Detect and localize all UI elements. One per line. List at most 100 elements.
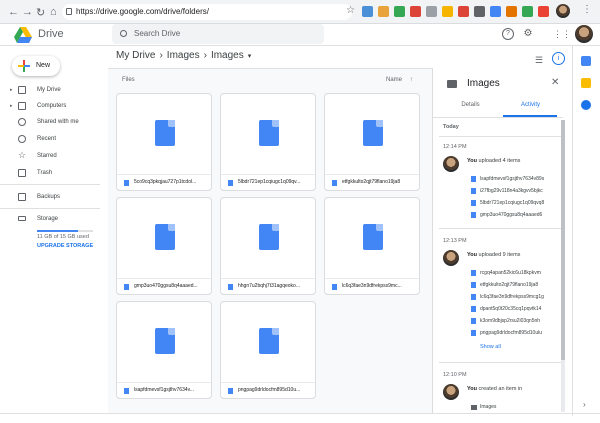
- calendar-icon[interactable]: [581, 56, 591, 66]
- extension-icon[interactable]: [474, 6, 485, 17]
- document-icon: [259, 328, 279, 354]
- sidebar-item-trash[interactable]: Trash: [0, 166, 100, 180]
- activity-file[interactable]: gmp3uo470ggsu8q4aaaed6: [471, 212, 559, 218]
- doc-type-icon: [471, 318, 476, 324]
- extension-icon[interactable]: [538, 6, 549, 17]
- backup-icon: [18, 193, 26, 201]
- chevron-right-icon[interactable]: ›: [583, 400, 586, 409]
- drive-icon: [18, 86, 26, 94]
- sidebar-item-computers[interactable]: ▸ Computers: [0, 99, 100, 113]
- help-icon[interactable]: ?: [502, 28, 514, 40]
- breadcrumb-separator: ›: [159, 50, 163, 61]
- tasks-icon[interactable]: [581, 100, 591, 110]
- document-icon: [155, 120, 175, 146]
- extension-icon[interactable]: [442, 6, 453, 17]
- sidebar-item-label: Shared with me: [37, 119, 79, 125]
- extension-icon[interactable]: [506, 6, 517, 17]
- doc-type-icon: [471, 200, 476, 206]
- file-card[interactable]: 5lbdr721ep1cqiugc1q09qv...: [220, 93, 316, 191]
- address-bar[interactable]: https://drive.google.com/drive/folders/: [62, 4, 352, 20]
- file-card[interactable]: gmp3uo470ggsu8q4aaaed...: [116, 197, 212, 295]
- panel-scrollbar[interactable]: [561, 120, 565, 412]
- close-icon[interactable]: ✕: [551, 77, 559, 88]
- files-section-label: Files: [122, 77, 135, 83]
- list-view-icon[interactable]: ☰: [533, 54, 545, 66]
- file-name: hhgn7u2bqhj7t31agqeoko...: [238, 283, 301, 289]
- sort-arrow-icon[interactable]: ↑: [410, 77, 413, 83]
- file-card[interactable]: 5co9cq3pkqjau727p1tcdol...: [116, 93, 212, 191]
- extension-icon[interactable]: [426, 6, 437, 17]
- gear-icon[interactable]: ⚙: [522, 28, 534, 40]
- document-icon: [259, 224, 279, 250]
- file-card[interactable]: lsapfdmevsf1gsjthv7634v...: [116, 301, 212, 399]
- sidebar-item-storage[interactable]: Storage: [0, 212, 100, 226]
- file-card[interactable]: lc6q3fae3n9dfrekpss9mc...: [324, 197, 420, 295]
- doc-type-icon: [471, 176, 476, 182]
- apps-grid-icon[interactable]: ⋮⋮: [553, 28, 571, 40]
- document-icon: [259, 120, 279, 146]
- activity-file[interactable]: rcgq4apan52kic6u18kpkvm: [471, 270, 559, 276]
- extension-icon[interactable]: [410, 6, 421, 17]
- search-input[interactable]: Search Drive: [112, 24, 324, 44]
- sidebar-item-backups[interactable]: Backups: [0, 190, 100, 204]
- forward-icon[interactable]: →: [22, 6, 33, 18]
- extension-icon[interactable]: [378, 6, 389, 17]
- home-icon[interactable]: ⌂: [50, 6, 57, 18]
- file-card[interactable]: hhgn7u2bqhj7t31agqeoko...: [220, 197, 316, 295]
- breadcrumb: My Drive › Images › Images ▾: [116, 50, 255, 61]
- tab-activity[interactable]: Activity: [497, 102, 564, 108]
- activity-file[interactable]: lsapfdmevsf1gsjthv7634v89s: [471, 176, 559, 182]
- scrollbar-thumb[interactable]: [561, 120, 565, 360]
- menu-icon[interactable]: ⋮: [582, 4, 592, 15]
- sort-by-name[interactable]: Name ↑: [386, 77, 413, 83]
- activity-file[interactable]: etfgkkulto2qjt79flano19ja8: [471, 282, 559, 288]
- extension-icon[interactable]: [522, 6, 533, 17]
- document-icon: [363, 224, 383, 250]
- expand-arrow-icon[interactable]: ▸: [10, 99, 13, 113]
- document-icon: [155, 224, 175, 250]
- extension-icon[interactable]: [394, 6, 405, 17]
- chevron-down-icon[interactable]: ▾: [248, 52, 252, 60]
- breadcrumb-current[interactable]: Images: [211, 50, 244, 61]
- activity-folder[interactable]: Images: [471, 404, 559, 410]
- sidebar-item-starred[interactable]: ☆ Starred: [0, 149, 100, 163]
- drive-logo-icon[interactable]: [14, 27, 32, 43]
- sidebar-item-label: Trash: [37, 170, 53, 176]
- avatar[interactable]: [575, 25, 593, 43]
- activity-file[interactable]: lc6q3fae3n9dfrekpss9mcg1g: [471, 294, 559, 300]
- activity-file[interactable]: dpant5q0t20c35cq1pqvtk14: [471, 306, 559, 312]
- activity-file[interactable]: k3om9dbjsp2rsu2i03qn5nh: [471, 318, 559, 324]
- activity-divider: [439, 362, 561, 363]
- breadcrumb-images[interactable]: Images: [167, 50, 200, 61]
- show-all-link[interactable]: Show all: [480, 344, 501, 350]
- extension-icon[interactable]: [490, 6, 501, 17]
- folder-icon: [471, 405, 477, 410]
- profile-avatar[interactable]: [556, 4, 570, 18]
- activity-file[interactable]: 5lbdr721ep1cqiugc1q09qvq8: [471, 200, 559, 206]
- new-button[interactable]: New: [12, 56, 60, 76]
- search-icon[interactable]: [120, 30, 127, 37]
- file-card[interactable]: etfgkkulto2qjt79flano19ja8: [324, 93, 420, 191]
- reload-icon[interactable]: ↻: [36, 6, 45, 19]
- file-name: gmp3uo470ggsu8q4aaaed...: [134, 283, 198, 289]
- sidebar-item-shared[interactable]: Shared with me: [0, 115, 100, 129]
- star-icon[interactable]: ☆: [346, 5, 355, 16]
- sidebar-item-recent[interactable]: Recent: [0, 132, 100, 146]
- tab-details[interactable]: Details: [437, 102, 504, 108]
- avatar: [443, 384, 459, 400]
- extension-icon[interactable]: [458, 6, 469, 17]
- upgrade-storage-link[interactable]: UPGRADE STORAGE: [37, 243, 93, 249]
- back-icon[interactable]: ←: [8, 6, 19, 18]
- keep-icon[interactable]: [581, 78, 591, 88]
- activity-file[interactable]: i27fbg29v118n4a3kgvv5bjkc: [471, 188, 559, 194]
- breadcrumb-my-drive[interactable]: My Drive: [116, 50, 155, 61]
- document-icon: [155, 328, 175, 354]
- expand-arrow-icon[interactable]: ▸: [10, 83, 13, 97]
- sort-label: Name: [386, 77, 403, 83]
- file-card[interactable]: pngpag9drldocfm895d10u...: [220, 301, 316, 399]
- info-icon[interactable]: i: [552, 52, 565, 65]
- extension-icon[interactable]: [362, 6, 373, 17]
- clock-icon: [18, 135, 26, 143]
- sidebar-item-my-drive[interactable]: ▸ My Drive: [0, 83, 100, 97]
- activity-file[interactable]: pngpag9drldocfm895d10ulu: [471, 330, 559, 336]
